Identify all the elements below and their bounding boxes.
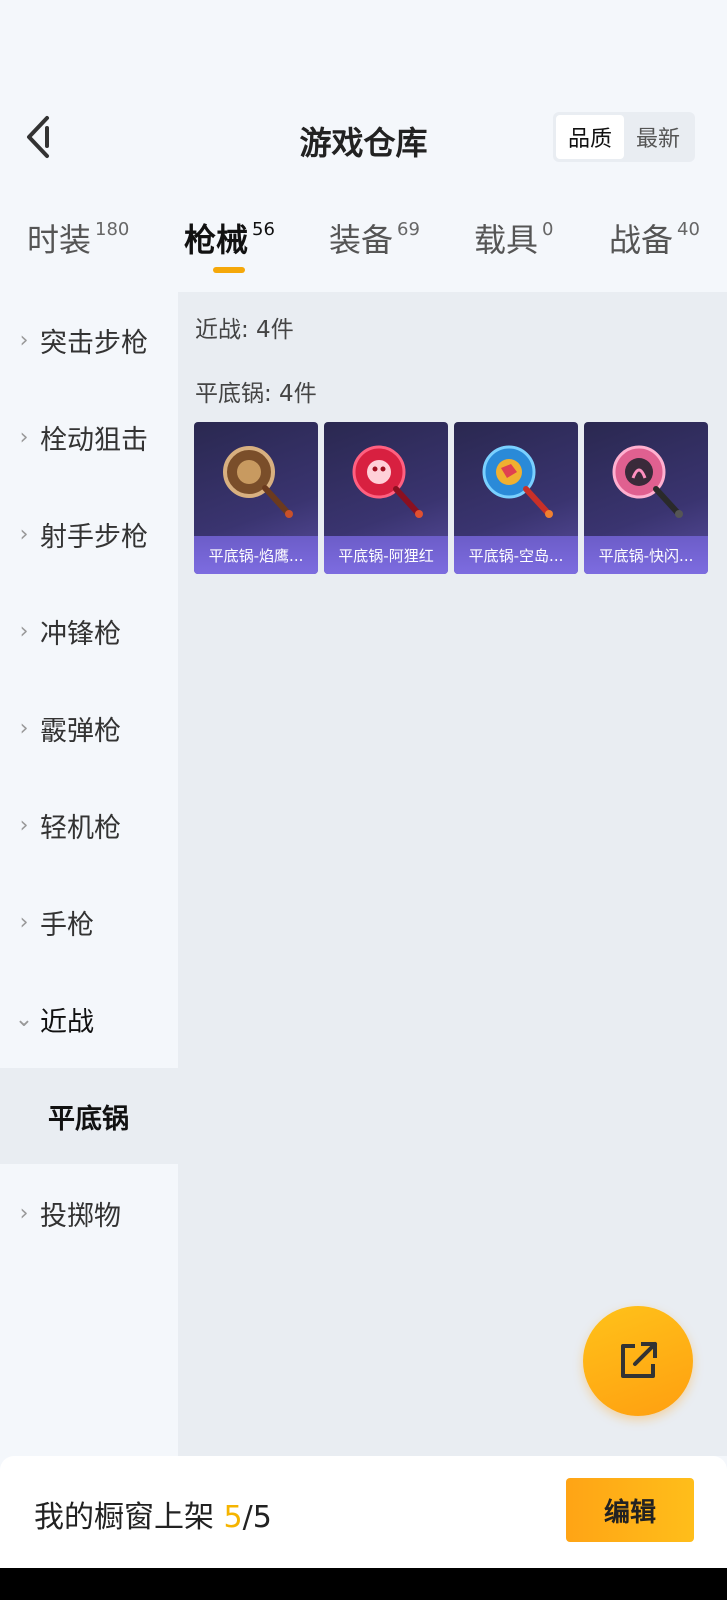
showcase-count-total: 5: [252, 1500, 272, 1535]
sidebar-item-label: 轻机枪: [40, 812, 121, 844]
item-card[interactable]: 平底锅-焰鹰...: [194, 422, 318, 574]
pan-pink-icon: [584, 422, 708, 536]
tab-count: 69: [397, 219, 420, 240]
category-tabs: 时装 180 枪械 56 装备 69 载具 0 战备 40: [0, 215, 727, 285]
item-name: 平底锅-快闪...: [584, 536, 708, 574]
sort-quality-option[interactable]: 品质: [556, 115, 624, 159]
sidebar-item-label: 突击步枪: [40, 327, 148, 359]
sidebar-item-label: 手枪: [40, 909, 94, 941]
tab-label: 时装: [27, 221, 92, 259]
item-name: 平底锅-阿狸红: [324, 536, 448, 574]
sidebar-item-melee[interactable]: ⌄ 近战: [0, 971, 178, 1067]
chevron-right-icon: ›: [19, 909, 29, 935]
tab-equipment[interactable]: 装备 69: [329, 215, 420, 275]
active-tab-indicator: [213, 267, 245, 273]
share-external-icon: [621, 1342, 657, 1378]
tab-count: 56: [252, 219, 275, 240]
sidebar-item-label: 冲锋枪: [40, 618, 121, 650]
tab-fashion[interactable]: 时装 180: [27, 215, 129, 275]
item-card[interactable]: 平底锅-空岛...: [454, 422, 578, 574]
chevron-right-icon: ›: [19, 618, 29, 644]
showcase-count-separator: /: [242, 1500, 253, 1535]
chevron-right-icon: ›: [19, 424, 29, 450]
tab-vehicles[interactable]: 载具 0: [474, 215, 553, 275]
sidebar-item-pistol[interactable]: › 手枪: [0, 874, 178, 970]
category-summary: 近战: 4件: [195, 317, 294, 343]
chevron-right-icon: ›: [19, 327, 29, 353]
item-card[interactable]: 平底锅-快闪...: [584, 422, 708, 574]
tab-battle-prep[interactable]: 战备 40: [609, 215, 700, 275]
sidebar-item-label: 射手步枪: [40, 521, 148, 553]
chevron-down-icon: ⌄: [14, 1006, 34, 1032]
pan-bronze-icon: [194, 422, 318, 536]
sidebar-item-label: 近战: [40, 1006, 94, 1038]
chevron-right-icon: ›: [19, 521, 29, 547]
chevron-right-icon: ›: [19, 1200, 29, 1226]
pan-blue-icon: [454, 422, 578, 536]
tab-label: 载具: [474, 221, 539, 259]
tab-count: 180: [95, 219, 130, 240]
chevron-right-icon: ›: [19, 812, 29, 838]
sidebar-item-label: 平底锅: [48, 1103, 129, 1135]
chevron-right-icon: ›: [19, 715, 29, 741]
showcase-footer: 我的橱窗上架 5/5 编辑: [0, 1456, 727, 1568]
sidebar-item-bolt-sniper[interactable]: › 栓动狙击: [0, 389, 178, 485]
sidebar-item-shotgun[interactable]: › 霰弹枪: [0, 680, 178, 776]
item-card[interactable]: 平底锅-阿狸红: [324, 422, 448, 574]
subcategory-summary: 平底锅: 4件: [195, 381, 317, 407]
sidebar-item-marksman-rifle[interactable]: › 射手步枪: [0, 486, 178, 582]
sidebar-item-lmg[interactable]: › 轻机枪: [0, 777, 178, 873]
sidebar-item-throwables[interactable]: › 投掷物: [0, 1165, 178, 1261]
weapon-type-sidebar: › 突击步枪 › 栓动狙击 › 射手步枪 › 冲锋枪 › 霰弹枪 › 轻机枪 ›…: [0, 292, 178, 1456]
showcase-count-current: 5: [223, 1500, 243, 1535]
edit-button[interactable]: 编辑: [566, 1478, 694, 1542]
share-button[interactable]: [583, 1306, 693, 1416]
sidebar-item-assault-rifle[interactable]: › 突击步枪: [0, 292, 178, 388]
system-nav-bar: [0, 1568, 727, 1600]
tab-count: 0: [542, 219, 554, 240]
item-name: 平底锅-焰鹰...: [194, 536, 318, 574]
header: 游戏仓库 品质 最新: [0, 100, 727, 180]
tab-firearms[interactable]: 枪械 56: [184, 215, 275, 275]
tab-label: 枪械: [184, 221, 249, 259]
sidebar-subitem-frying-pan[interactable]: 平底锅: [0, 1068, 178, 1164]
item-grid-panel: 近战: 4件 平底锅: 4件 平底锅-焰鹰... 平底锅-阿狸红 平底锅-空岛.…: [178, 292, 727, 1456]
showcase-status: 我的橱窗上架 5/5: [34, 1492, 272, 1536]
tab-label: 装备: [329, 221, 394, 259]
sidebar-item-label: 栓动狙击: [40, 424, 148, 456]
item-name: 平底锅-空岛...: [454, 536, 578, 574]
sidebar-item-smg[interactable]: › 冲锋枪: [0, 583, 178, 679]
tab-count: 40: [677, 219, 700, 240]
sort-newest-option[interactable]: 最新: [624, 115, 692, 159]
pan-red-icon: [324, 422, 448, 536]
tab-label: 战备: [609, 221, 674, 259]
sidebar-item-label: 霰弹枪: [40, 715, 121, 747]
showcase-label: 我的橱窗上架: [34, 1500, 224, 1535]
sidebar-item-label: 投掷物: [40, 1200, 121, 1232]
sort-toggle[interactable]: 品质 最新: [553, 112, 695, 162]
